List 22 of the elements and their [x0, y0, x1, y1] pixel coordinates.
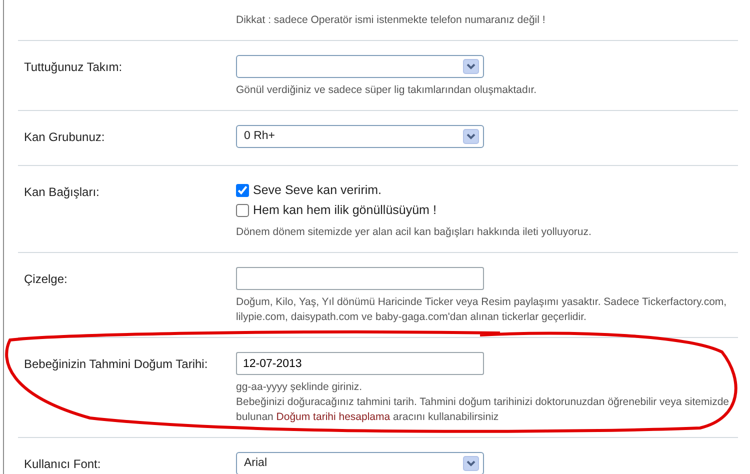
field-label: Kan Grubunuz: [24, 130, 105, 144]
dropdown-field[interactable] [236, 55, 484, 78]
help-text: Gönül verdiğiniz ve sadece süper lig takımlarından oluşmaktadır. [236, 84, 537, 96]
field-label: Kan Bağışları: [24, 185, 100, 199]
help-text: Bebeğinizi doğuracağınız tahmini tarih. Tahmini doğum tarihinizi doktorunuzdan öğrenebilir veya sitemizde bulunan Doğum tarihi hesaplama aracını kullanabilirsiniz [236, 396, 729, 423]
dropdown-field[interactable]: Arial [236, 452, 484, 474]
field-label: Tuttuğunuz Takım: [24, 60, 122, 74]
help-text: Dikkat : sadece Operatör ismi istenmekte telefon numaranız değil ! [236, 14, 546, 26]
checkbox-label: Seve Seve kan veririm. [253, 182, 382, 199]
text-field[interactable]: 12-07-2013 [236, 352, 484, 375]
field-label: Bebeğinizin Tahmini Doğum Tarihi: [24, 357, 208, 371]
checkbox[interactable] [236, 184, 249, 196]
field-label: Çizelge: [24, 272, 68, 286]
field-label: Kullanıcı Font: [24, 457, 101, 471]
checkbox-label: Hem kan hem ilik gönüllüsüyüm ! [253, 202, 436, 219]
checkbox[interactable] [236, 204, 249, 216]
link[interactable]: Doğum tarihi hesaplama [276, 411, 390, 423]
dropdown-field[interactable]: 0 Rh+ [236, 125, 484, 148]
help-text: gg-aa-yyyy şeklinde giriniz. [236, 381, 362, 393]
help-text: Dönem dönem sitemizde yer alan acil kan bağışları hakkında ileti yolluyoruz. [236, 226, 592, 238]
help-text: Doğum, Kilo, Yaş, Yıl dönümü Haricinde Ticker veya Resim paylaşımı yasaktır. Sadece Tickerfactory.com, lilypie.com, daisypath.com ve baby-gaga.com'dan alınan tickerlar geçerlidir. [236, 296, 727, 323]
text-field[interactable] [236, 267, 484, 290]
